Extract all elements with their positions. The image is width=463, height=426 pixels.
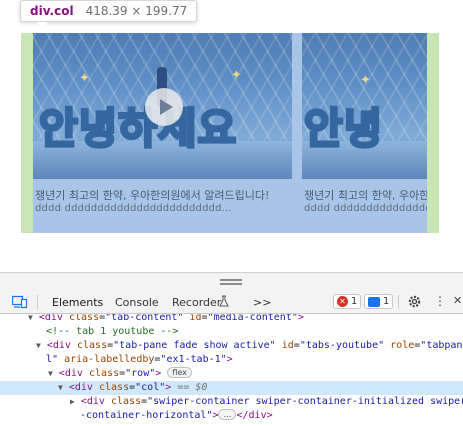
dom-node-continuation[interactable]: l" aria-labelledby="ex1-tab-1"> (0, 353, 463, 367)
dom-tree: ▼ <div class="tab-content" id="media-con… (0, 314, 463, 426)
collapse-arrow-icon[interactable]: ▼ (58, 383, 63, 392)
message-count: 1 (383, 296, 390, 307)
dom-node-continuation[interactable]: -container-horizontal">… </div> (0, 409, 463, 423)
gear-icon[interactable] (407, 294, 422, 312)
video-slide[interactable]: ✦ 안녕 쟁년기 최고의 한약, 우아한의 dddd ddddddddddddd… (302, 33, 427, 233)
dom-node[interactable]: ▼ <div class="tab-content" id="media-con… (0, 314, 463, 325)
drag-grip-icon[interactable] (220, 279, 242, 285)
more-tabs-button[interactable]: >> (253, 296, 271, 309)
error-count: 1 (351, 296, 358, 307)
expand-arrow-icon[interactable]: ▶ (70, 397, 75, 406)
sparkle-icon: ✦ (360, 73, 371, 88)
collapsed-content-badge[interactable]: … (218, 409, 237, 420)
device-toolbar-icon[interactable] (11, 295, 28, 312)
tooltip-selector: div.col (30, 4, 74, 18)
selected-node-marker: == $0 (177, 382, 208, 393)
more-options-icon[interactable]: ⋮ (434, 294, 446, 308)
thumbnail-title: 안녕 (302, 103, 384, 155)
element-inspect-tooltip: div.col 418.39 × 199.77 (20, 0, 198, 22)
flex-badge[interactable]: flex (167, 367, 192, 378)
collapse-arrow-icon[interactable]: ▼ (48, 369, 53, 378)
toolbar-divider (37, 295, 38, 309)
devtools-panel: Elements Console Recorder >> ✕ 1 1 ⋮ ✕ ▼… (0, 290, 463, 426)
message-count-badge[interactable]: 1 (364, 294, 394, 309)
dom-node[interactable]: ▼ <div class="row"> flex (0, 367, 463, 381)
flask-icon (219, 295, 229, 310)
video-caption[interactable]: 쟁년기 최고의 한약, 우아한의 (304, 187, 427, 203)
collapse-arrow-icon[interactable]: ▼ (36, 341, 41, 350)
tab-elements[interactable]: Elements (52, 296, 103, 309)
collapse-arrow-icon[interactable]: ▼ (28, 314, 33, 322)
sparkle-icon: ✦ (231, 68, 242, 83)
tab-recorder[interactable]: Recorder (172, 296, 221, 309)
page-viewport: ✦ ✦ 안녕하세요 쟁년기 최고의 한약, 우아한의원에서 알려드립니다! dd… (0, 0, 463, 272)
play-icon[interactable] (145, 88, 183, 126)
thumbnail-title: 안녕하세요 (37, 103, 238, 155)
dom-comment[interactable]: <!-- tab 1 youtube --> (0, 325, 463, 339)
dom-node[interactable]: ▶ <div class="swiper-container swiper-co… (0, 395, 463, 409)
sparkle-icon: ✦ (79, 71, 90, 86)
message-icon (368, 296, 380, 307)
error-icon: ✕ (337, 296, 348, 307)
dom-node[interactable]: ▼ <div class="tab-pane fade show active"… (0, 339, 463, 353)
devtools-resize-handle[interactable] (0, 272, 463, 290)
dom-node-selected[interactable]: ▼ <div class="col"> == $0 (0, 381, 463, 395)
tooltip-dimensions: 418.39 × 199.77 (85, 4, 188, 18)
video-thumbnail[interactable]: ✦ ✦ 안녕하세요 (33, 33, 292, 179)
div-col-highlight: ✦ ✦ 안녕하세요 쟁년기 최고의 한약, 우아한의원에서 알려드립니다! dd… (33, 33, 427, 233)
tooltip-arrow (36, 22, 48, 28)
video-thumbnail[interactable]: ✦ 안녕 (302, 33, 427, 179)
toolbar-divider (398, 295, 399, 309)
tab-console[interactable]: Console (115, 296, 159, 309)
video-caption[interactable]: 쟁년기 최고의 한약, 우아한의원에서 알려드립니다! (35, 187, 269, 203)
video-description: dddd dddddddddddddddddddddddd... (35, 203, 232, 214)
close-icon[interactable]: ✕ (453, 294, 462, 307)
video-slide[interactable]: ✦ ✦ 안녕하세요 쟁년기 최고의 한약, 우아한의원에서 알려드립니다! dd… (33, 33, 292, 233)
video-description: dddd dddddddddddddddddddd (304, 203, 427, 214)
error-count-badge[interactable]: ✕ 1 (333, 294, 362, 309)
devtools-toolbar: Elements Console Recorder >> ✕ 1 1 ⋮ ✕ (0, 290, 463, 314)
